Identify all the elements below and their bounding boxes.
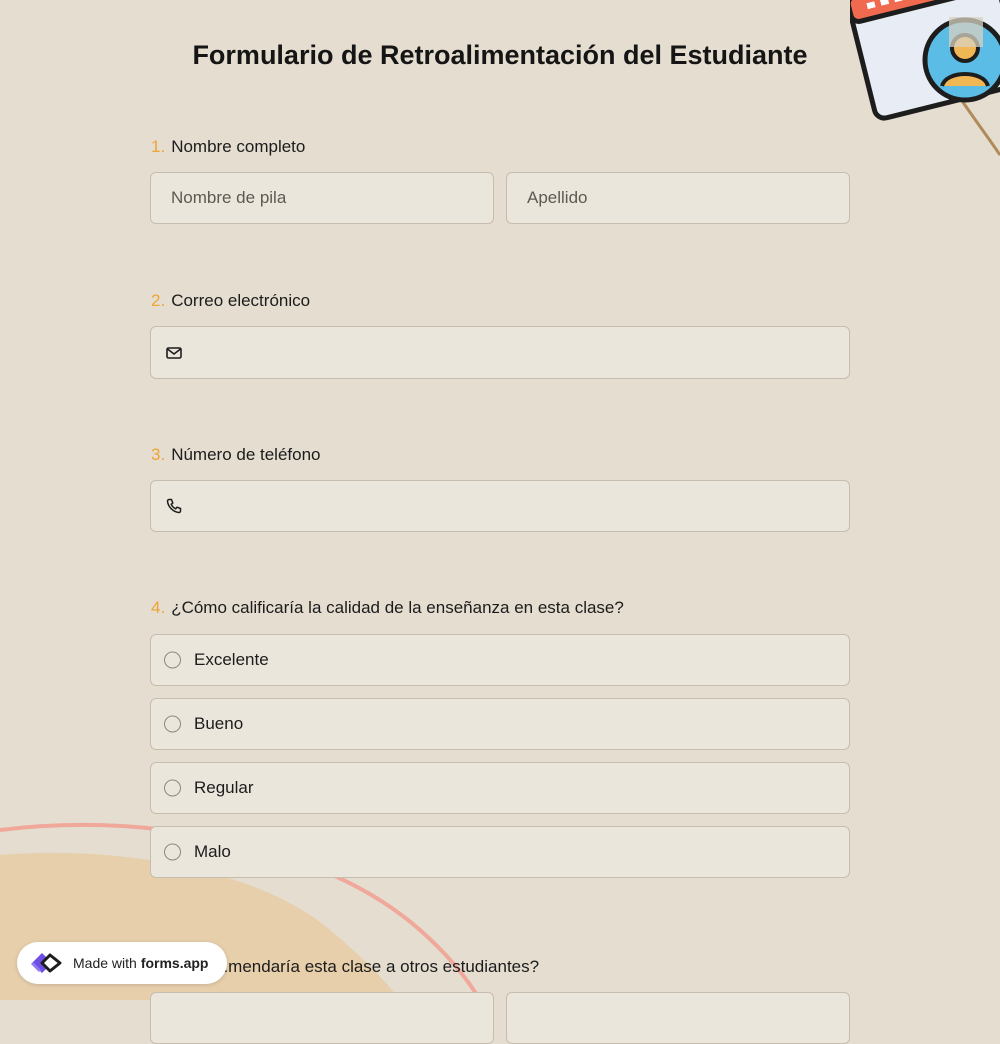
option-bueno[interactable]: Bueno xyxy=(150,698,850,750)
radio-button[interactable] xyxy=(164,843,181,861)
question-text: Número de teléfono xyxy=(171,445,321,464)
forms-app-logo-icon xyxy=(30,953,62,973)
question-5-label: ...mendaría esta clase a otros estudiant… xyxy=(214,957,539,977)
question-text: Nombre completo xyxy=(171,137,306,156)
question-text: Correo electrónico xyxy=(171,291,311,310)
last-name-field[interactable] xyxy=(506,172,850,224)
radio-button[interactable] xyxy=(164,779,181,797)
option-malo[interactable]: Malo xyxy=(150,826,850,878)
option-excelente[interactable]: Excelente xyxy=(150,634,850,686)
question-number: 3. xyxy=(151,445,166,464)
question-4-label: 4. ¿Cómo calificaría la calidad de la ens… xyxy=(151,598,624,618)
feedback-form: Formulario de Retroalimentación del Estu… xyxy=(0,0,1000,1044)
option-regular[interactable]: Regular xyxy=(150,762,850,814)
phone-field[interactable] xyxy=(150,480,850,532)
phone-input[interactable] xyxy=(151,481,849,531)
option-label: Excelente xyxy=(194,650,269,669)
option-label: Bueno xyxy=(194,714,244,733)
radio-button[interactable] xyxy=(164,715,181,733)
made-with-forms-app-badge[interactable]: Made with forms.app xyxy=(17,942,227,984)
brand-name: forms.app xyxy=(140,955,209,971)
question-2-label: 2. Correo electrónico xyxy=(151,291,310,311)
question-text: ¿Cómo calificaría la calidad de la enseñ… xyxy=(171,598,624,617)
made-with-text: Made with xyxy=(73,955,137,971)
option-label: Malo xyxy=(194,842,231,861)
last-name-input[interactable] xyxy=(507,173,849,223)
question-number: 2. xyxy=(151,291,166,310)
phone-icon xyxy=(166,498,182,514)
question-text: ...mendaría esta clase a otros estudiant… xyxy=(214,957,540,976)
first-name-input[interactable] xyxy=(151,173,493,223)
envelope-icon xyxy=(166,346,182,359)
question-3-label: 3. Número de teléfono xyxy=(151,445,321,465)
form-title: Formulario de Retroalimentación del Estu… xyxy=(192,40,808,70)
question-1-label: 1. Nombre completo xyxy=(151,137,305,157)
question-number: 4. xyxy=(151,598,166,617)
radio-button[interactable] xyxy=(164,651,181,669)
email-field[interactable] xyxy=(150,326,850,379)
first-name-field[interactable] xyxy=(150,172,494,224)
email-input[interactable] xyxy=(151,327,849,378)
question-number: 1. xyxy=(151,137,166,156)
option-label: Regular xyxy=(194,778,254,797)
